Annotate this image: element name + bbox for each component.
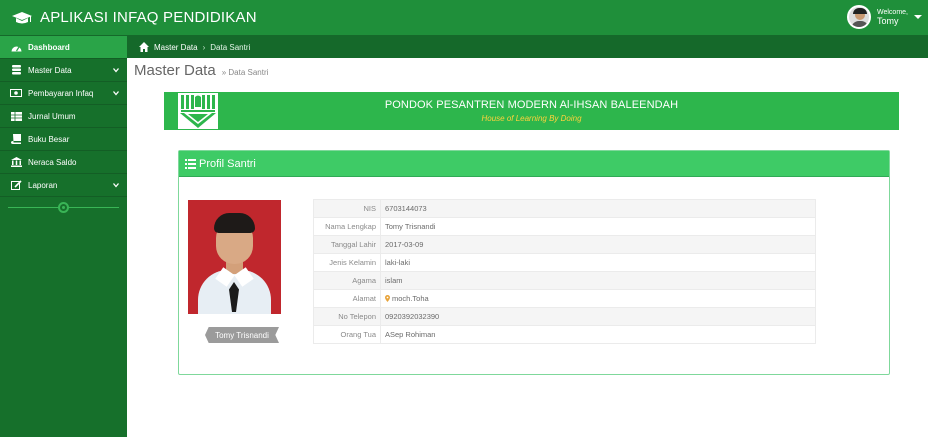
map-marker-icon — [385, 295, 390, 302]
home-icon — [139, 42, 149, 52]
sidebar-item-label: Buku Besar — [28, 134, 70, 144]
sidebar-item-laporan[interactable]: Laporan — [0, 174, 127, 197]
user-menu[interactable]: Welcome, Tomy — [847, 5, 922, 29]
field-label: NIS — [313, 199, 381, 218]
table-row: NIS 6703144073 — [313, 199, 816, 218]
sidebar-item-label: Jurnal Umum — [28, 111, 76, 121]
student-name-tag: Tomy Trisnandi — [205, 327, 279, 343]
field-label: Orang Tua — [313, 325, 381, 344]
address-text: moch.Toha — [392, 294, 429, 303]
sidebar-item-label: Dashboard — [28, 42, 70, 52]
field-value: ASep Rohiman — [380, 325, 816, 344]
field-label: No Telepon — [313, 307, 381, 326]
sidebar-item-master-data[interactable]: Master Data — [0, 59, 127, 82]
edit-icon — [10, 179, 22, 191]
sidebar-item-pembayaran-infaq[interactable]: Pembayaran Infaq — [0, 82, 127, 105]
profile-table: NIS 6703144073 Nama Lengkap Tomy Trisnan… — [313, 199, 816, 344]
list-icon — [185, 158, 196, 169]
school-name: PONDOK PESANTREN MODERN Al-IHSAN BALEEND… — [384, 99, 679, 111]
app-brand[interactable]: APLIKASI INFAQ PENDIDIKAN — [0, 9, 257, 26]
table-row: Alamat moch.Toha — [313, 289, 816, 308]
caret-down-icon — [914, 15, 922, 19]
breadcrumb-separator: › — [202, 42, 206, 52]
sidebar-collapse-toggle[interactable] — [0, 197, 127, 219]
graduation-cap-icon — [12, 11, 32, 23]
school-header-text: PONDOK PESANTREN MODERN Al-IHSAN BALEEND… — [164, 99, 899, 123]
circle-dot-icon — [58, 202, 69, 213]
field-label: Tanggal Lahir — [313, 235, 381, 254]
sidebar-item-neraca-saldo[interactable]: Neraca Saldo — [0, 151, 127, 174]
user-greeting: Welcome, Tomy — [877, 9, 908, 26]
student-photo — [188, 200, 281, 314]
sidebar-item-label: Neraca Saldo — [28, 157, 77, 167]
money-icon — [10, 87, 22, 99]
school-tagline: House of Learning By Doing — [481, 114, 582, 123]
bank-icon — [10, 156, 22, 168]
table-icon — [10, 110, 22, 122]
school-header: PONDOK PESANTREN MODERN Al-IHSAN BALEEND… — [164, 92, 899, 130]
user-name: Tomy — [877, 16, 899, 26]
field-value: 6703144073 — [380, 199, 816, 218]
database-icon — [10, 64, 22, 76]
field-value: laki-laki — [380, 253, 816, 272]
table-row: Jenis Kelamin laki-laki — [313, 253, 816, 272]
field-value: islam — [380, 271, 816, 290]
field-value: 2017-03-09 — [380, 235, 816, 254]
chevron-down-icon — [113, 91, 119, 96]
sidebar-item-label: Laporan — [28, 180, 58, 190]
sidebar-item-buku-besar[interactable]: Buku Besar — [0, 128, 127, 151]
breadcrumb: Master Data › Data Santri — [127, 36, 928, 58]
panel-title: Profil Santri — [199, 157, 256, 170]
top-navbar: APLIKASI INFAQ PENDIDIKAN Welcome, Tomy — [0, 0, 928, 36]
panel-header: Profil Santri — [179, 151, 889, 177]
page-subtitle: » Data Santri — [221, 68, 269, 77]
field-value-address: moch.Toha — [380, 289, 816, 308]
sidebar-item-jurnal-umum[interactable]: Jurnal Umum — [0, 105, 127, 128]
field-value: Tomy Trisnandi — [380, 217, 816, 236]
table-row: Nama Lengkap Tomy Trisnandi — [313, 217, 816, 236]
field-value: 0920392032390 — [380, 307, 816, 326]
field-label: Alamat — [313, 289, 381, 308]
chevron-down-icon — [113, 183, 119, 188]
breadcrumb-home[interactable]: Master Data — [154, 43, 198, 52]
breadcrumb-current: Data Santri — [210, 42, 251, 52]
sidebar-item-label: Pembayaran Infaq — [28, 88, 94, 98]
profile-panel: Profil Santri Tomy Trisnandi NIS 6703144… — [178, 150, 890, 375]
book-icon — [10, 133, 22, 145]
school-logo — [178, 93, 218, 129]
field-label: Agama — [313, 271, 381, 290]
sidebar-item-label: Master Data — [28, 65, 72, 75]
field-label: Nama Lengkap — [313, 217, 381, 236]
avatar — [847, 5, 871, 29]
dashboard-icon — [10, 41, 22, 53]
table-row: No Telepon 0920392032390 — [313, 307, 816, 326]
table-row: Tanggal Lahir 2017-03-09 — [313, 235, 816, 254]
chevron-down-icon — [113, 68, 119, 73]
sidebar: Dashboard Master Data Pembayaran Infaq J… — [0, 36, 127, 437]
field-label: Jenis Kelamin — [313, 253, 381, 272]
sidebar-item-dashboard[interactable]: Dashboard — [0, 36, 127, 59]
page-title-block: Master Data » Data Santri — [134, 62, 268, 79]
table-row: Agama islam — [313, 271, 816, 290]
app-title: APLIKASI INFAQ PENDIDIKAN — [40, 9, 257, 26]
table-row: Orang Tua ASep Rohiman — [313, 325, 816, 344]
page-title: Master Data — [134, 62, 216, 79]
